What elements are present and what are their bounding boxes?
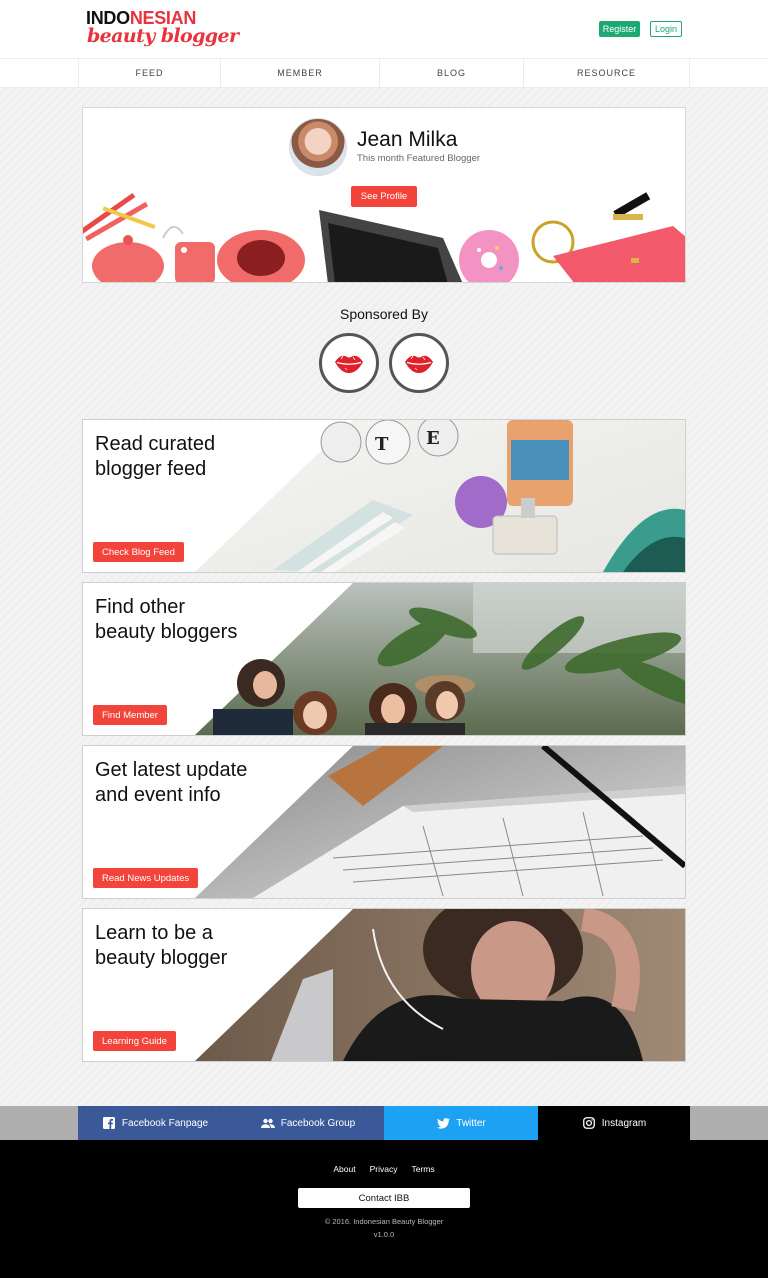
social-label: Twitter <box>456 1117 486 1129</box>
twitter-link[interactable]: Twitter <box>384 1106 538 1140</box>
read-news-updates-button[interactable]: Read News Updates <box>93 868 199 888</box>
nav-item-member[interactable]: MEMBER <box>220 58 379 88</box>
instagram-link[interactable]: Instagram <box>538 1106 690 1140</box>
register-button[interactable]: Register <box>599 21 640 37</box>
nav-item-resource[interactable]: RESOURCE <box>523 58 690 88</box>
card-title: Get latest update and event info <box>95 759 248 806</box>
feature-card-blog-feed[interactable]: T E Read curated blogger feed Check Blog… <box>82 419 686 573</box>
lips-icon <box>405 355 433 373</box>
copyright-text: © 2016. Indonesian Beauty Blogger <box>324 1217 444 1226</box>
card-title: Learn to be a beauty blogger <box>95 922 228 969</box>
featured-blogger-banner: Jean Milka This month Featured Blogger S… <box>82 107 686 283</box>
main-nav: FEED MEMBER BLOG RESOURCE <box>0 58 768 88</box>
footer-links: About Privacy Terms <box>0 1164 768 1174</box>
contact-ibb-button[interactable]: Contact IBB <box>298 1188 470 1208</box>
instagram-icon <box>582 1116 596 1130</box>
featured-blogger-subtitle: This month Featured Blogger <box>357 153 481 164</box>
feature-card-news-updates[interactable]: Get latest update and event info Read Ne… <box>82 745 686 899</box>
nav-item-blog[interactable]: BLOG <box>379 58 523 88</box>
sponsor-logo[interactable] <box>389 333 449 393</box>
facebook-fanpage-link[interactable]: Facebook Fanpage <box>78 1106 232 1140</box>
svg-text:E: E <box>426 428 440 449</box>
logo-wordmark-bottom: beauty blogger <box>87 25 239 47</box>
learning-guide-button[interactable]: Learning Guide <box>93 1031 176 1051</box>
twitter-icon <box>436 1116 450 1130</box>
social-label: Instagram <box>601 1117 647 1129</box>
check-blog-feed-button[interactable]: Check Blog Feed <box>93 542 184 562</box>
feature-card-learning-guide[interactable]: Learn to be a beauty blogger Learning Gu… <box>82 908 686 1062</box>
footer-link-about[interactable]: About <box>333 1164 355 1174</box>
sponsored-by-title: Sponsored By <box>340 306 428 322</box>
facebook-icon <box>102 1116 116 1130</box>
find-member-button[interactable]: Find Member <box>93 705 167 725</box>
login-button[interactable]: Login <box>650 21 682 37</box>
sponsor-logo[interactable] <box>319 333 379 393</box>
featured-blogger-name[interactable]: Jean Milka <box>357 128 457 152</box>
lips-icon <box>335 355 363 373</box>
site-header: INDONESIAN beauty blogger Register Login <box>0 0 768 58</box>
site-footer: About Privacy Terms Contact IBB © 2016. … <box>0 1140 768 1278</box>
card-title: Find other beauty bloggers <box>95 596 238 643</box>
site-logo[interactable]: INDONESIAN beauty blogger <box>86 8 239 52</box>
svg-text:T: T <box>375 434 389 455</box>
nav-item-feed[interactable]: FEED <box>78 58 220 88</box>
featured-blogger-avatar[interactable] <box>289 118 347 176</box>
footer-link-terms[interactable]: Terms <box>411 1164 434 1174</box>
footer-link-privacy[interactable]: Privacy <box>370 1164 398 1174</box>
version-text: v1.0.0 <box>373 1230 395 1239</box>
see-profile-button[interactable]: See Profile <box>351 186 417 207</box>
social-links-bar: Facebook Fanpage Facebook Group Twitter … <box>0 1106 768 1140</box>
card-title: Read curated blogger feed <box>95 433 216 480</box>
social-label: Facebook Group <box>280 1117 356 1129</box>
group-icon <box>260 1116 275 1130</box>
facebook-group-link[interactable]: Facebook Group <box>232 1106 384 1140</box>
social-label: Facebook Fanpage <box>121 1117 209 1129</box>
feature-card-find-member[interactable]: Find other beauty bloggers Find Member <box>82 582 686 736</box>
